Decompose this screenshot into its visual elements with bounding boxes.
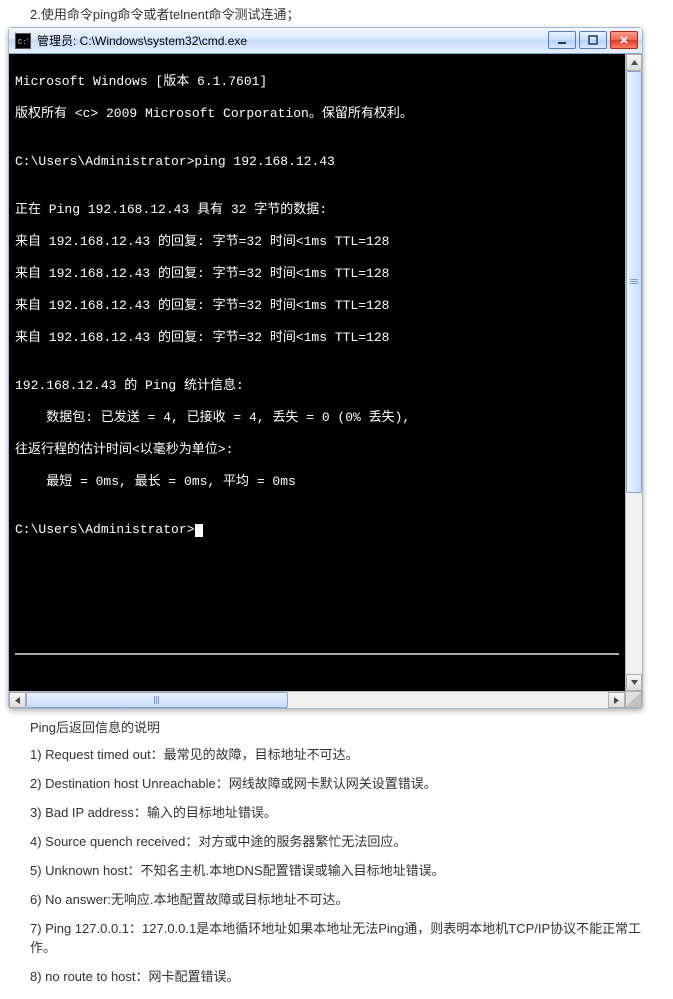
term-line: 正在 Ping 192.168.12.43 具有 32 字节的数据: (15, 202, 619, 218)
cmd-window: C:\ 管理员: C:\Windows\system32\cmd.exe Mic… (8, 27, 643, 709)
note-item: 6) No answer:无响应.本地配置故障或目标地址不可达。 (8, 889, 665, 908)
prompt-text: C:\Users\Administrator> (15, 522, 194, 537)
window-buttons (548, 31, 638, 49)
size-grip-icon[interactable] (625, 691, 642, 708)
note-item: 2) Destination host Unreachable：网线故障或网卡默… (8, 773, 665, 792)
window-title: 管理员: C:\Windows\system32\cmd.exe (37, 32, 247, 49)
term-line: C:\Users\Administrator>ping 192.168.12.4… (15, 154, 619, 170)
terminal-output[interactable]: Microsoft Windows [版本 6.1.7601] 版权所有 <c>… (9, 54, 625, 691)
note-item: 1) Request timed out：最常见的故障，目标地址不可达。 (8, 744, 665, 763)
note-item: 4) Source quench received：对方或中途的服务器繁忙无法回… (8, 831, 665, 850)
term-line: 往返行程的估计时间<以毫秒为单位>: (15, 442, 619, 458)
cmd-icon: C:\ (15, 33, 31, 49)
notes-heading: Ping后返回信息的说明 (8, 717, 665, 736)
term-line: 版权所有 <c> 2009 Microsoft Corporation。保留所有… (15, 106, 619, 122)
term-prompt-line: C:\Users\Administrator> (15, 522, 619, 538)
divider (15, 653, 619, 655)
term-line: 来自 192.168.12.43 的回复: 字节=32 时间<1ms TTL=1… (15, 234, 619, 250)
scroll-right-button[interactable] (608, 692, 625, 708)
note-item: 8) no route to host：网卡配置错误。 (8, 966, 665, 985)
term-line (15, 554, 619, 570)
grip-icon (154, 696, 160, 704)
hscroll-thumb[interactable] (26, 692, 288, 708)
grip-icon (630, 279, 638, 285)
minimize-button[interactable] (548, 31, 576, 49)
maximize-button[interactable] (579, 31, 607, 49)
scroll-up-button[interactable] (626, 54, 642, 71)
vertical-scrollbar[interactable] (625, 54, 642, 691)
note-item: 3) Bad IP address：输入的目标地址错误。 (8, 802, 665, 821)
term-line: 来自 192.168.12.43 的回复: 字节=32 时间<1ms TTL=1… (15, 266, 619, 282)
cursor-icon (195, 524, 203, 537)
term-line: 数据包: 已发送 = 4, 已接收 = 4, 丢失 = 0 (0% 丢失), (15, 410, 619, 426)
term-line: 来自 192.168.12.43 的回复: 字节=32 时间<1ms TTL=1… (15, 298, 619, 314)
instruction-text: 2.使用命令ping命令或者telnent命令测试连通； (8, 4, 665, 23)
term-line (15, 586, 619, 602)
scroll-track[interactable] (626, 71, 642, 674)
note-item: 5) Unknown host：不知名主机.本地DNS配置错误或输入目标地址错误… (8, 860, 665, 879)
scroll-down-button[interactable] (626, 674, 642, 691)
scroll-left-button[interactable] (9, 692, 26, 708)
hscroll-track[interactable] (26, 692, 608, 708)
term-line: Microsoft Windows [版本 6.1.7601] (15, 74, 619, 90)
term-line: 来自 192.168.12.43 的回复: 字节=32 时间<1ms TTL=1… (15, 330, 619, 346)
term-line (15, 618, 619, 634)
term-line: 最短 = 0ms, 最长 = 0ms, 平均 = 0ms (15, 474, 619, 490)
scroll-thumb[interactable] (626, 71, 642, 493)
svg-text:C:\: C:\ (18, 39, 28, 45)
horizontal-scrollbar[interactable] (9, 691, 625, 708)
note-item: 7) Ping 127.0.0.1：127.0.0.1是本地循环地址如果本地址无… (8, 918, 665, 956)
close-button[interactable] (610, 31, 638, 49)
titlebar[interactable]: C:\ 管理员: C:\Windows\system32\cmd.exe (9, 28, 642, 54)
term-line: 192.168.12.43 的 Ping 统计信息: (15, 378, 619, 394)
